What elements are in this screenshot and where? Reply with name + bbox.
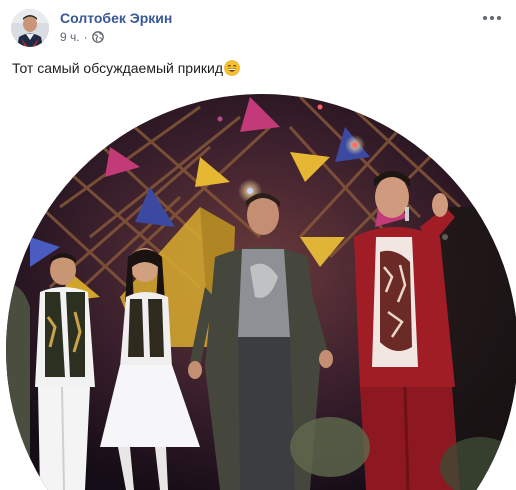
avatar[interactable] [11, 9, 49, 47]
post-timestamp[interactable]: 9 ч. [60, 30, 80, 44]
post-header: Солтобек Эркин 9 ч. · [0, 0, 516, 52]
post-meta: 9 ч. · [60, 30, 104, 44]
post-message: Тот самый обсуждаемый прикид [12, 60, 224, 76]
more-options-icon[interactable] [480, 8, 504, 28]
author-name[interactable]: Солтобек Эркин [60, 10, 172, 26]
meta-separator: · [83, 30, 88, 44]
globe-icon[interactable] [91, 31, 104, 43]
grinning-face-emoji-icon [224, 60, 240, 80]
post-photo[interactable] [0, 87, 516, 490]
post-text: Тот самый обсуждаемый прикид [12, 59, 240, 80]
